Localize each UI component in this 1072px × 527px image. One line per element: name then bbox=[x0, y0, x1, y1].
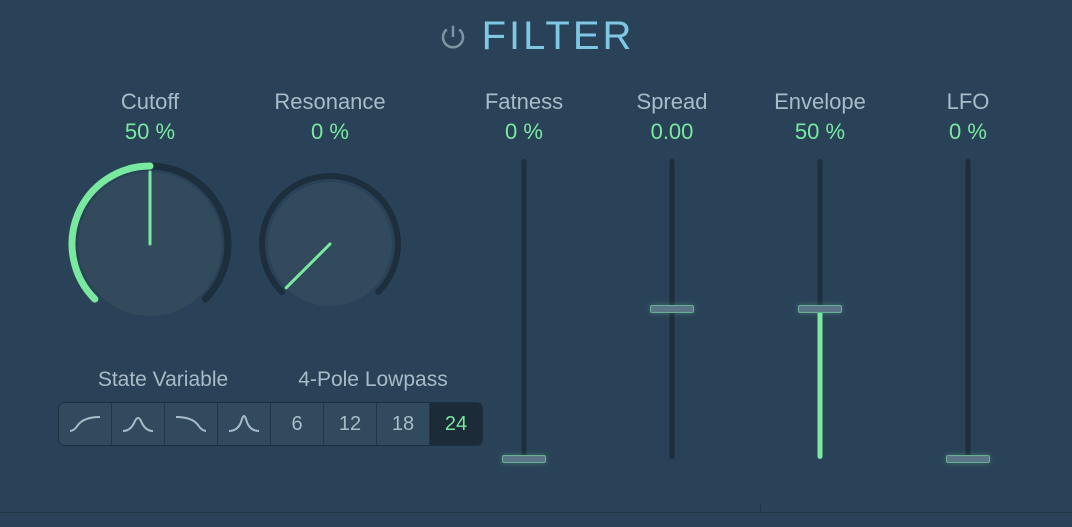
highpass-icon bbox=[68, 414, 102, 434]
cutoff-label: Cutoff bbox=[121, 89, 179, 115]
filter-type-seg-0[interactable] bbox=[59, 403, 112, 445]
spread-slider[interactable] bbox=[652, 159, 692, 459]
envelope-label: Envelope bbox=[774, 89, 866, 115]
filter-type-seg-7[interactable]: 24 bbox=[430, 403, 482, 445]
slider-fill bbox=[818, 309, 823, 459]
resonance-label: Resonance bbox=[274, 89, 385, 115]
filter-type-seg-1[interactable] bbox=[112, 403, 165, 445]
resonance-knob-svg bbox=[245, 159, 415, 329]
divider bbox=[0, 512, 1072, 513]
slider-thumb[interactable] bbox=[798, 305, 842, 313]
lfo-label: LFO bbox=[947, 89, 990, 115]
filter-type-seg-4[interactable]: 6 bbox=[271, 403, 324, 445]
envelope-control: Envelope 50 % bbox=[766, 89, 874, 459]
cutoff-value: 50 % bbox=[125, 119, 175, 145]
slider-thumb[interactable] bbox=[502, 455, 546, 463]
envelope-slider[interactable] bbox=[800, 159, 840, 459]
lfo-value: 0 % bbox=[949, 119, 987, 145]
notch-icon bbox=[227, 414, 261, 434]
lowpass-icon bbox=[174, 414, 208, 434]
lfo-control: LFO 0 % bbox=[914, 89, 1022, 459]
fatness-control: Fatness 0 % bbox=[470, 89, 578, 459]
envelope-value: 50 % bbox=[795, 119, 845, 145]
module-header: FILTER bbox=[0, 0, 1072, 59]
slider-area: Fatness 0 % Spread 0.00 Envelope 50 % bbox=[470, 89, 1022, 459]
cutoff-knob[interactable] bbox=[65, 159, 235, 329]
spread-label: Spread bbox=[637, 89, 708, 115]
state-variable-label: State Variable bbox=[58, 368, 268, 392]
filter-type-seg-5[interactable]: 12 bbox=[324, 403, 377, 445]
four-pole-lowpass-label: 4-Pole Lowpass bbox=[268, 368, 478, 392]
lfo-slider[interactable] bbox=[948, 159, 988, 459]
filter-type-segments: 6121824 bbox=[58, 402, 483, 446]
divider-tick bbox=[760, 503, 761, 513]
filter-type-seg-3[interactable] bbox=[218, 403, 271, 445]
fatness-label: Fatness bbox=[485, 89, 563, 115]
resonance-value: 0 % bbox=[311, 119, 349, 145]
filter-type-seg-2[interactable] bbox=[165, 403, 218, 445]
resonance-knob[interactable] bbox=[245, 159, 415, 329]
bandpass-icon bbox=[121, 414, 155, 434]
filter-type-seg-6[interactable]: 18 bbox=[377, 403, 430, 445]
spread-value: 0.00 bbox=[651, 119, 694, 145]
module-title: FILTER bbox=[482, 14, 635, 59]
fatness-value: 0 % bbox=[505, 119, 543, 145]
filter-type-selector: State Variable 4-Pole Lowpass 6121824 bbox=[58, 368, 483, 446]
slider-thumb[interactable] bbox=[650, 305, 694, 313]
slider-track bbox=[966, 159, 971, 459]
spread-control: Spread 0.00 bbox=[618, 89, 726, 459]
slider-thumb[interactable] bbox=[946, 455, 990, 463]
cutoff-knob-svg bbox=[65, 159, 235, 329]
slider-track bbox=[522, 159, 527, 459]
filter-type-labels: State Variable 4-Pole Lowpass bbox=[58, 368, 483, 392]
fatness-slider[interactable] bbox=[504, 159, 544, 459]
power-icon[interactable] bbox=[438, 22, 468, 52]
